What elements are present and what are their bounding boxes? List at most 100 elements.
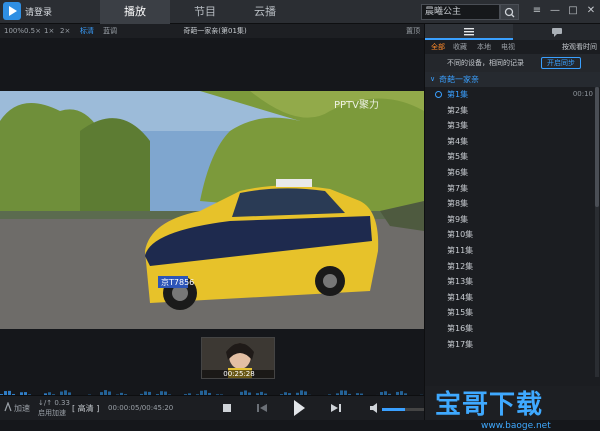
episode-label: 第16集 (447, 324, 474, 333)
episode-item[interactable]: 第12集 (425, 259, 593, 275)
episode-label: 第1集 (447, 90, 469, 99)
series-name: 奇葩一家亲 (439, 75, 479, 84)
video-title: 奇葩一家亲(第01集) (183, 27, 247, 35)
episode-label: 第13集 (447, 277, 474, 287)
episode-label: 第10集 (447, 230, 474, 240)
panel-tabs (425, 24, 600, 40)
chat-icon (552, 28, 562, 37)
video-frame[interactable]: 京T7856 PPTV聚力 (0, 91, 424, 329)
filter-tv[interactable]: 电视 (501, 40, 515, 54)
episode-item[interactable]: 第5集 (425, 149, 593, 165)
mode-blue[interactable]: 蓝调 (103, 24, 117, 38)
zoom-100[interactable]: 100% (4, 24, 24, 38)
filter-fav[interactable]: 收藏 (453, 40, 467, 54)
volume-fill (382, 408, 406, 411)
episode-item[interactable]: 第1集 00:10 (425, 87, 593, 103)
site-url: www.baoge.net (481, 421, 551, 431)
sync-row: 不同的设备，相同的记录 开启同步 (425, 54, 600, 72)
episode-label: 第15集 (447, 308, 474, 318)
sync-text: 不同的设备，相同的记录 (447, 59, 524, 67)
filter-all[interactable]: 全部 (431, 40, 445, 54)
pin-top[interactable]: 置顶 (406, 24, 420, 38)
maximize-button[interactable]: □ (566, 4, 580, 18)
search-button[interactable] (500, 4, 519, 20)
episode-item[interactable]: 第15集 (425, 305, 593, 321)
tab-programs[interactable]: 节目 (170, 0, 240, 24)
player-toolbar: 100% 0.5× 1× 2× 标清 蓝调 奇葩一家亲(第01集) 置顶 (0, 24, 424, 38)
episode-item[interactable]: 第10集 (425, 227, 593, 243)
accelerate-label[interactable]: 加速 (14, 403, 30, 414)
list-icon (464, 28, 474, 36)
scrollbar-thumb[interactable] (595, 87, 599, 207)
time-display: 00:00:05/00:45:20 (108, 404, 174, 412)
quality-button[interactable]: [ 高清 ] (72, 403, 99, 414)
chevron-down-icon: ∨ (430, 75, 436, 83)
login-link[interactable]: 请登录 (25, 5, 52, 18)
progress-bar[interactable] (0, 384, 424, 399)
enable-sync-button[interactable]: 开启同步 (541, 57, 581, 69)
preview-time: 00:25:28 (202, 370, 274, 378)
pptv-logo-icon[interactable] (3, 2, 21, 20)
playlist-panel: 全部 收藏 本地 电视 按观看时间 不同的设备，相同的记录 开启同步 ∨ 奇葩一… (424, 24, 600, 431)
search-input[interactable]: 晨曦公主 (421, 4, 500, 20)
episode-item[interactable]: 第6集 (425, 165, 593, 181)
control-bar: 加速 ↓/↑ 0.33 启用加速 [ 高清 ] 00:00:05/00:45:2… (0, 395, 424, 420)
episode-label: 第8集 (447, 199, 469, 209)
episode-label: 第3集 (447, 121, 469, 131)
episode-progress: 00:10 (572, 90, 593, 98)
episode-label: 第7集 (447, 183, 469, 193)
episode-label: 第12集 (447, 261, 474, 271)
zoom-1[interactable]: 1× (44, 24, 54, 38)
episode-label: 第4集 (447, 136, 469, 146)
sort-dropdown[interactable]: 按观看时间 (562, 40, 597, 54)
volume-icon[interactable] (369, 403, 381, 413)
episode-item[interactable]: 第8集 (425, 196, 593, 212)
episode-item[interactable]: 第14集 (425, 290, 593, 306)
net-speed: ↓/↑ 0.33 (38, 399, 70, 407)
title-bar: 请登录 播放 节目 云播 晨曦公主 ≡ — □ ✕ (0, 0, 600, 24)
episode-item[interactable]: 第13集 (425, 274, 593, 290)
volume-slider[interactable] (382, 408, 424, 411)
episode-label: 第5集 (447, 152, 469, 162)
tab-cloud[interactable]: 云播 (240, 0, 290, 24)
episode-label: 第2集 (447, 105, 469, 115)
episode-label: 第11集 (447, 246, 474, 255)
menu-button[interactable]: ≡ (530, 4, 544, 18)
episode-item[interactable]: 第16集 (425, 321, 593, 337)
episode-item[interactable]: 第11集 (425, 243, 593, 259)
pptv-watermark: PPTV聚力 (334, 100, 380, 111)
tab-play[interactable]: 播放 (100, 0, 170, 24)
series-header[interactable]: ∨ 奇葩一家亲 (425, 72, 600, 87)
episode-item[interactable]: 第3集 (425, 118, 593, 134)
episode-label: 第6集 (447, 168, 469, 177)
now-playing-icon (435, 91, 442, 98)
accelerate-icon (4, 402, 12, 412)
close-button[interactable]: ✕ (584, 4, 598, 18)
video-scene: 京T7856 (0, 91, 424, 329)
zoom-2[interactable]: 2× (60, 24, 70, 38)
seek-preview-thumbnail: 00:25:28 (201, 337, 275, 379)
filter-bar: 全部 收藏 本地 电视 按观看时间 (425, 40, 600, 54)
tab-comments[interactable] (513, 24, 600, 40)
site-watermark: 宝哥下载 (435, 390, 544, 420)
tab-playlist[interactable] (425, 24, 513, 40)
episode-label: 第14集 (447, 292, 474, 302)
stop-button[interactable] (222, 403, 232, 413)
next-button[interactable] (330, 403, 342, 413)
mode-standard[interactable]: 标清 (80, 24, 94, 38)
zoom-05[interactable]: 0.5× (24, 24, 41, 38)
episode-item[interactable]: 第17集 (425, 337, 593, 353)
episode-label: 第17集 (447, 339, 474, 349)
episode-item[interactable]: 第4集 (425, 134, 593, 150)
episode-item[interactable]: 第2集 (425, 103, 593, 119)
enable-accelerate[interactable]: 启用加速 (38, 408, 66, 418)
license-plate: 京T7856 (161, 277, 194, 287)
episode-item[interactable]: 第9集 (425, 212, 593, 228)
minimize-button[interactable]: — (548, 4, 562, 18)
previous-button[interactable] (256, 403, 268, 413)
search-icon (504, 7, 515, 18)
scrollbar[interactable] (595, 87, 599, 377)
filter-local[interactable]: 本地 (477, 40, 491, 54)
play-button[interactable] (292, 399, 306, 417)
episode-item[interactable]: 第7集 (425, 181, 593, 197)
